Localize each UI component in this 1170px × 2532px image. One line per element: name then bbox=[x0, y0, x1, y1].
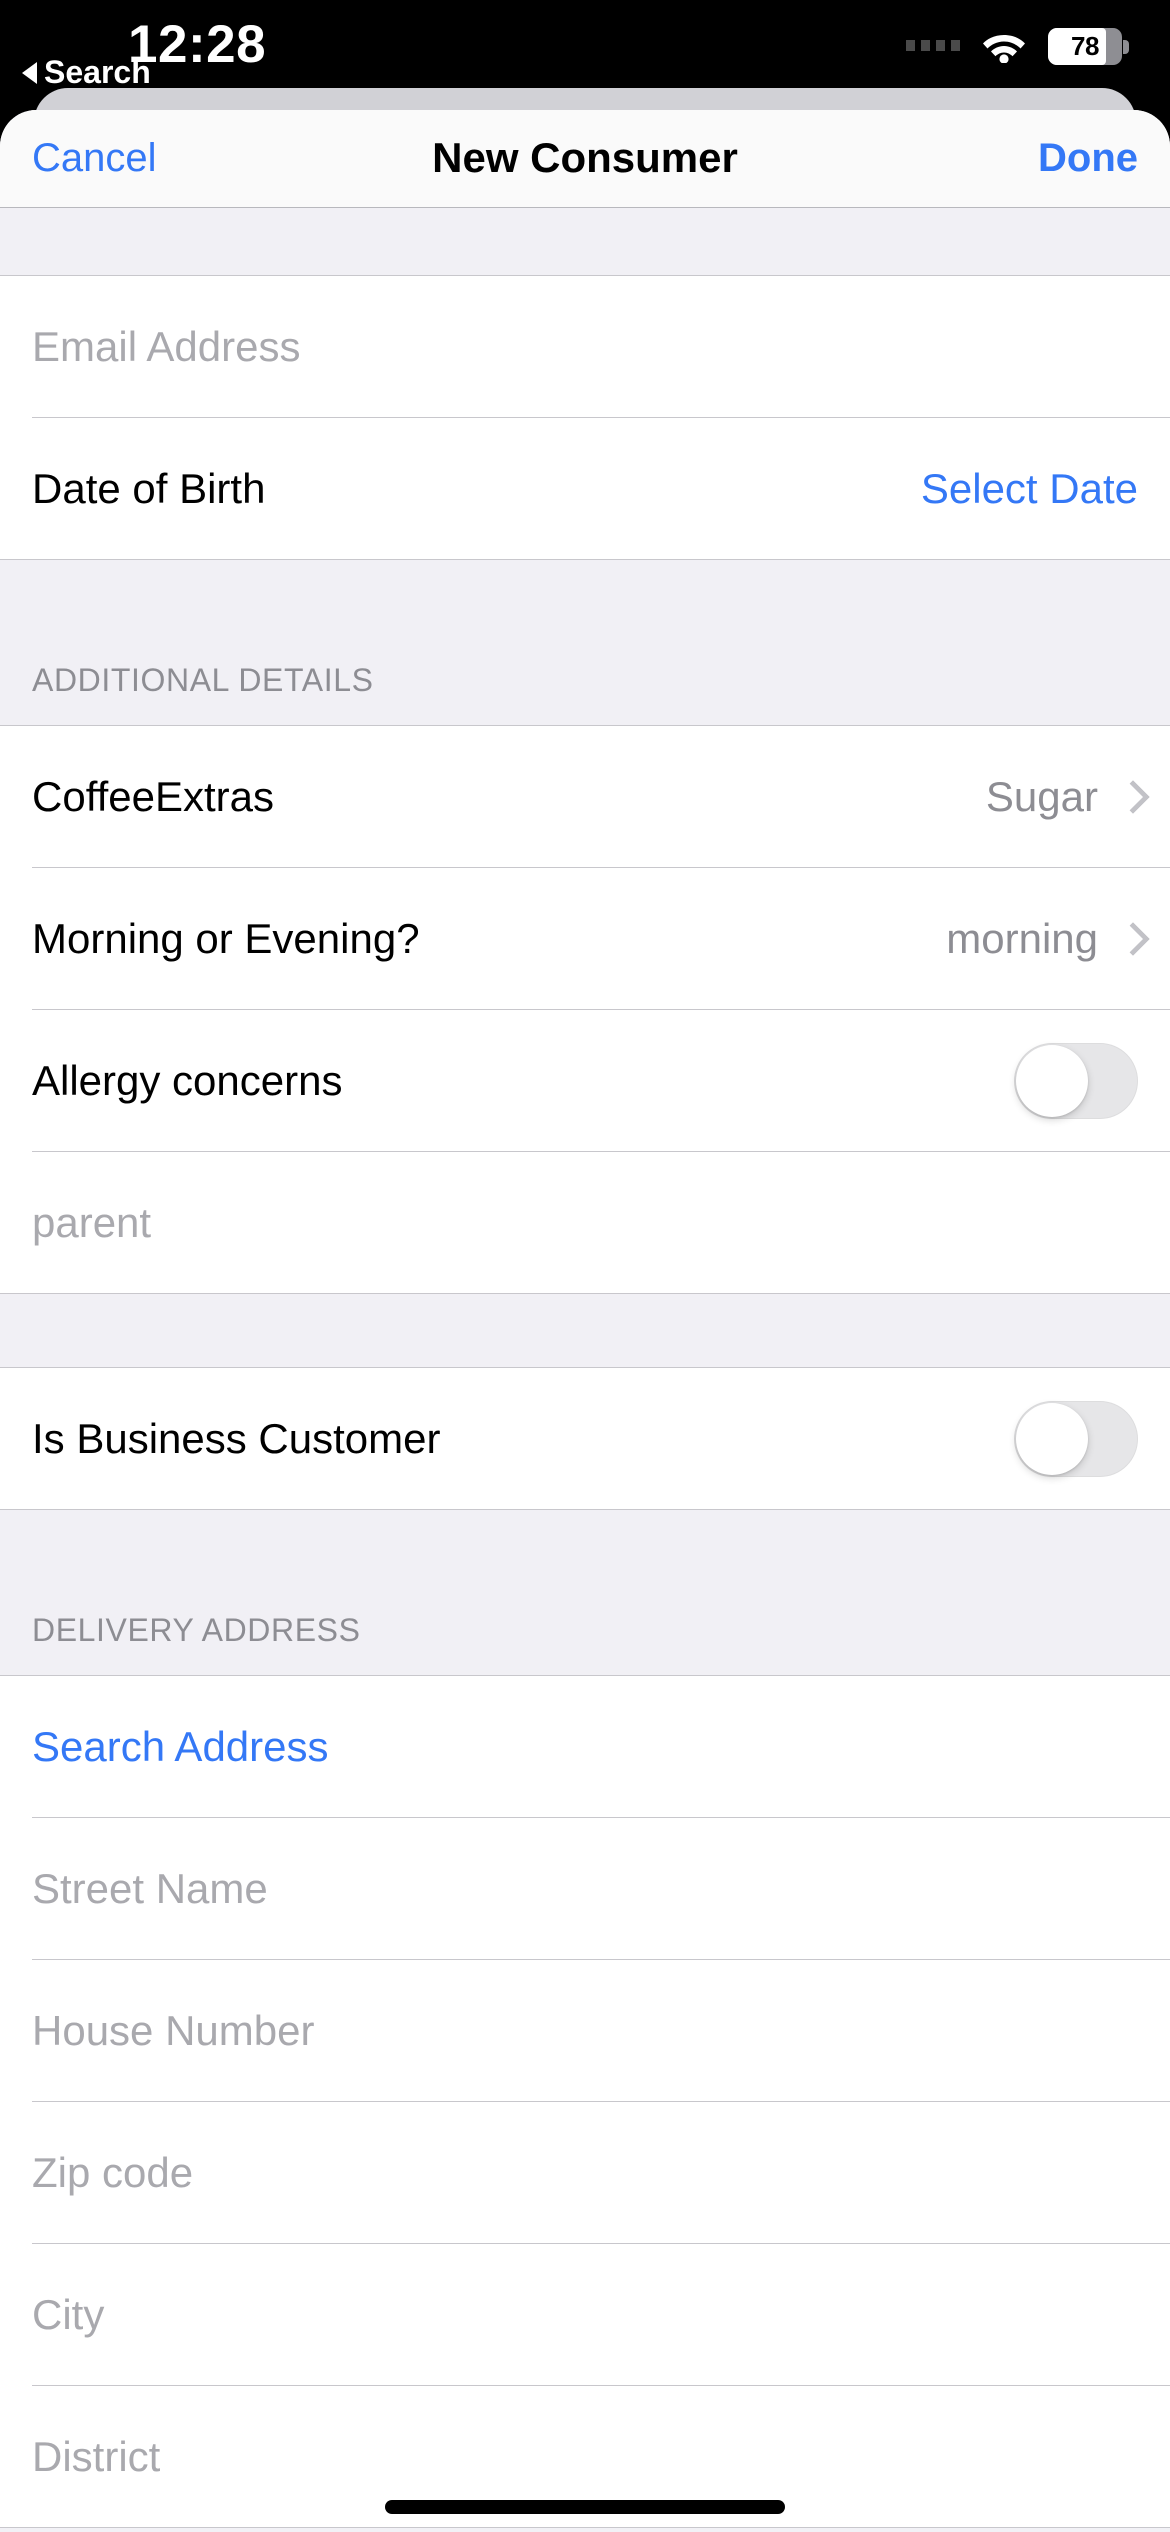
toggle-knob bbox=[1016, 1045, 1088, 1117]
parent-field[interactable]: parent bbox=[0, 1152, 1170, 1294]
section-group: CoffeeExtras Sugar Morning or Evening? morn… bbox=[0, 726, 1170, 1294]
row-label: Morning or Evening? bbox=[32, 915, 420, 962]
coffee-extras-row[interactable]: CoffeeExtras Sugar bbox=[0, 726, 1170, 868]
battery-icon: 78 bbox=[1048, 28, 1129, 65]
sheet-navigation-bar: Cancel New Consumer Done bbox=[0, 110, 1170, 208]
section-gap bbox=[0, 1294, 1170, 1368]
zip-code-field[interactable]: Zip code bbox=[0, 2102, 1170, 2244]
text-field-placeholder: District bbox=[32, 2433, 161, 2480]
status-bar: 12:28 78 bbox=[0, 0, 1170, 96]
back-triangle-icon bbox=[22, 61, 37, 84]
search-address-row[interactable]: Search Address bbox=[0, 1676, 1170, 1818]
section-header: DELIVERY ADDRESS bbox=[0, 1510, 1170, 1676]
row-accessory: Sugar bbox=[986, 773, 1138, 821]
section-gap bbox=[0, 208, 1170, 276]
wifi-icon bbox=[982, 31, 1026, 63]
battery-nub bbox=[1123, 39, 1129, 54]
new-consumer-sheet: Cancel New Consumer Done Email Address Da… bbox=[0, 110, 1170, 2532]
row-accessory: Select Date bbox=[921, 465, 1138, 513]
text-field-placeholder: City bbox=[32, 2291, 105, 2338]
text-field-placeholder: House Number bbox=[32, 2007, 315, 2054]
morning-or-evening-row[interactable]: Morning or Evening? morning bbox=[0, 868, 1170, 1010]
page-title: New Consumer bbox=[432, 134, 738, 181]
toggle-switch[interactable] bbox=[1014, 1401, 1138, 1477]
street-name-field[interactable]: Street Name bbox=[0, 1818, 1170, 1960]
text-field-placeholder: Street Name bbox=[32, 1865, 268, 1912]
house-number-field[interactable]: House Number bbox=[0, 1960, 1170, 2102]
row-accessory bbox=[1014, 1043, 1138, 1119]
row-separator bbox=[0, 1293, 1170, 1294]
row-label: Is Business Customer bbox=[32, 1415, 441, 1462]
city-field[interactable]: City bbox=[0, 2244, 1170, 2386]
is-business-customer-row[interactable]: Is Business Customer bbox=[0, 1368, 1170, 1510]
done-button[interactable]: Done bbox=[1038, 136, 1138, 181]
row-accessory: morning bbox=[946, 915, 1138, 963]
section-header-label: DELIVERY ADDRESS bbox=[32, 1612, 361, 1648]
row-label: Allergy concerns bbox=[32, 1057, 343, 1104]
action-label: Search Address bbox=[32, 1723, 329, 1770]
row-label: CoffeeExtras bbox=[32, 773, 275, 820]
battery-percent-label: 78 bbox=[1071, 31, 1099, 61]
chevron-right-icon bbox=[1120, 923, 1138, 955]
section-group: Is Business Customer bbox=[0, 1368, 1170, 1510]
section-header-label: ADDITIONAL DETAILS bbox=[32, 662, 374, 698]
form-content: Email Address Date of Birth Select Date ADD… bbox=[0, 208, 1170, 2528]
toggle-knob bbox=[1016, 1403, 1088, 1475]
toggle-switch[interactable] bbox=[1014, 1043, 1138, 1119]
date-of-birth-row[interactable]: Date of Birth Select Date bbox=[0, 418, 1170, 560]
text-field-placeholder: Email Address bbox=[32, 323, 301, 370]
row-accessory bbox=[1014, 1401, 1138, 1477]
back-to-search-button[interactable]: Search bbox=[22, 54, 151, 91]
allergy-concerns-row[interactable]: Allergy concerns bbox=[0, 1010, 1170, 1152]
status-bar-indicators: 78 bbox=[906, 28, 1129, 65]
section-group: Search Address Street Name House Number Zip… bbox=[0, 1676, 1170, 2528]
signal-dots-icon bbox=[906, 40, 960, 53]
section-group: Email Address Date of Birth Select Date bbox=[0, 276, 1170, 560]
row-detail-value: Sugar bbox=[985, 773, 1098, 820]
row-label: Date of Birth bbox=[32, 465, 266, 512]
chevron-right-icon bbox=[1120, 781, 1138, 813]
text-field-placeholder: parent bbox=[32, 1199, 152, 1246]
back-to-search-label: Search bbox=[44, 54, 151, 90]
row-separator bbox=[0, 2527, 1170, 2528]
cancel-button[interactable]: Cancel bbox=[32, 136, 157, 181]
home-indicator[interactable] bbox=[385, 2500, 785, 2514]
select-date-button[interactable]: Select Date bbox=[921, 465, 1138, 513]
row-detail-value: morning bbox=[946, 915, 1098, 962]
section-header: ADDITIONAL DETAILS bbox=[0, 560, 1170, 726]
text-field-placeholder: Zip code bbox=[32, 2149, 194, 2196]
phone-screen: 12:28 78 Search Cancel New Consumer Done… bbox=[0, 0, 1170, 2532]
email-field[interactable]: Email Address bbox=[0, 276, 1170, 418]
